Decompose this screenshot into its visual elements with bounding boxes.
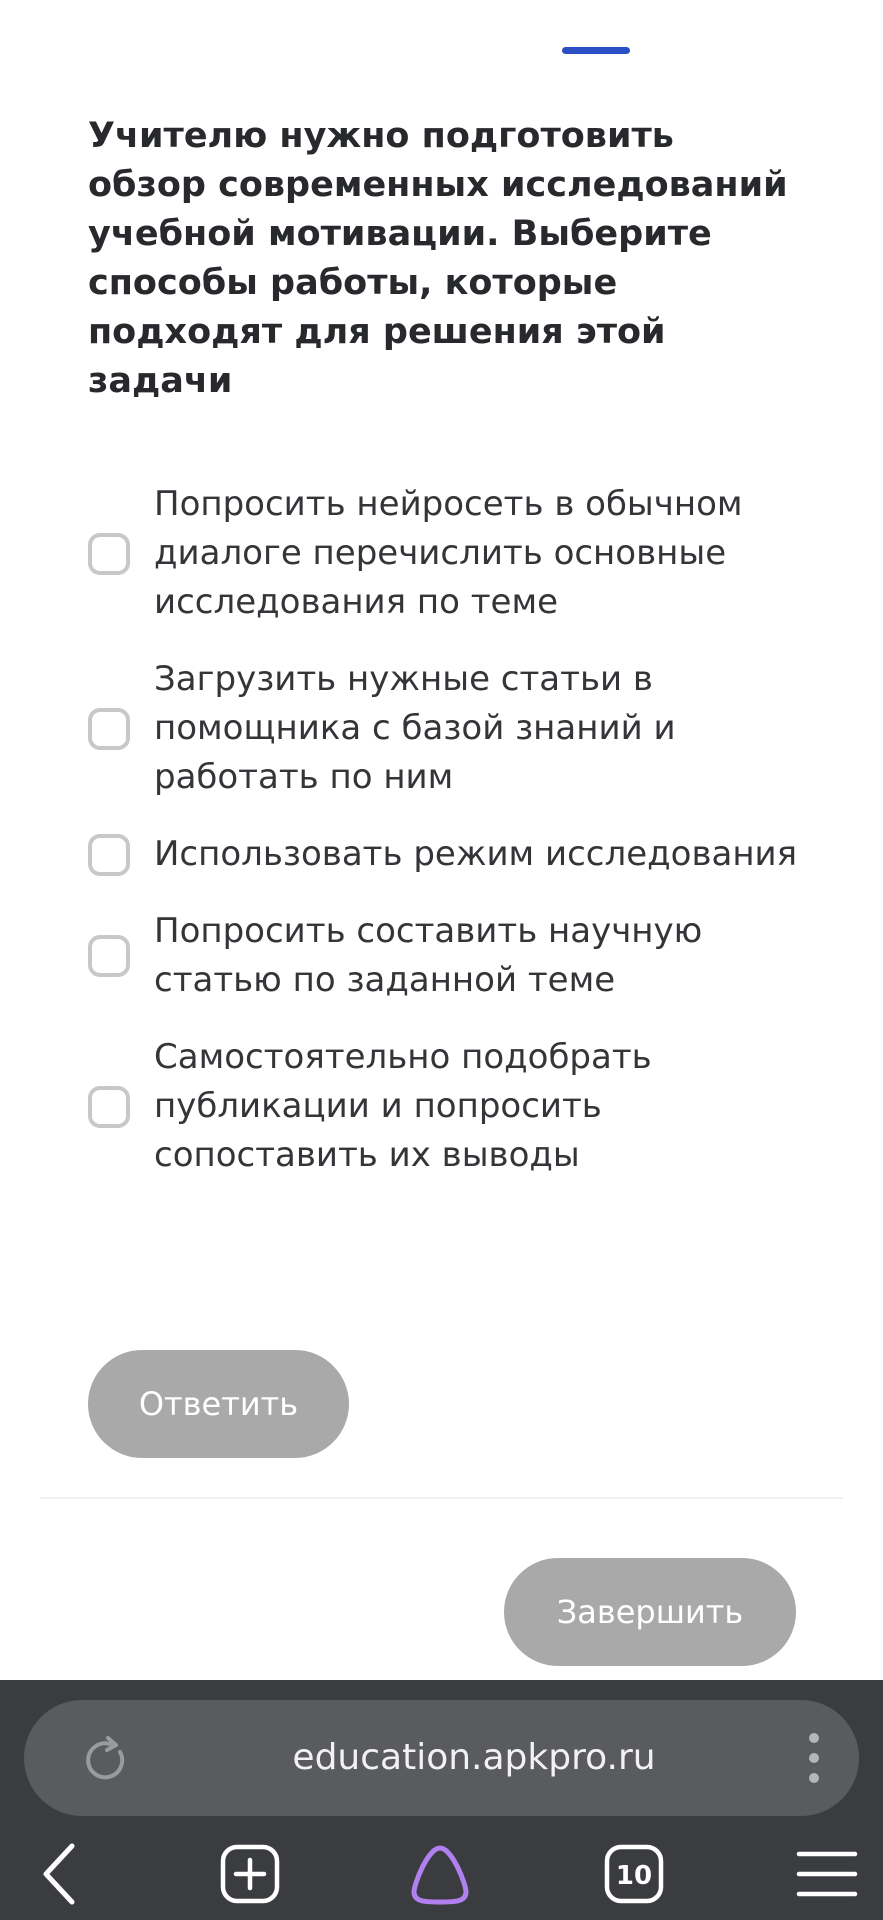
- page: Учителю нужно подготовить обзор современ…: [0, 0, 883, 1920]
- alice-assistant-icon[interactable]: [408, 1842, 472, 1906]
- option-label: Попросить нейросеть в обычном диалоге пе…: [154, 484, 743, 622]
- checkbox[interactable]: [88, 935, 130, 977]
- option-label: Использовать режим исследования: [154, 834, 798, 874]
- options-list: Попросить нейросеть в обычном диалоге пе…: [88, 480, 808, 1208]
- url-text[interactable]: education.apkpro.ru: [174, 1700, 774, 1816]
- option-2[interactable]: Загрузить нужные статьи в помощника с ба…: [88, 655, 808, 802]
- option-1[interactable]: Попросить нейросеть в обычном диалоге пе…: [88, 480, 808, 627]
- option-5[interactable]: Самостоятельно подобрать публикации и по…: [88, 1033, 808, 1180]
- divider: [40, 1497, 843, 1499]
- option-3[interactable]: Использовать режим исследования: [88, 830, 808, 879]
- more-vertical-icon[interactable]: [794, 1730, 834, 1786]
- option-label: Самостоятельно подобрать публикации и по…: [154, 1037, 652, 1175]
- back-arrow-icon[interactable]: [28, 1842, 92, 1906]
- reload-icon[interactable]: [80, 1734, 132, 1786]
- checkbox[interactable]: [88, 532, 130, 575]
- option-label: Загрузить нужные статьи в помощника с ба…: [154, 659, 676, 797]
- progress-indicator: [562, 47, 630, 54]
- checkbox[interactable]: [88, 707, 130, 750]
- tab-count: 10: [616, 1861, 652, 1891]
- checkbox[interactable]: [88, 1085, 130, 1128]
- option-4[interactable]: Попросить составить научную статью по за…: [88, 907, 808, 1005]
- finish-button[interactable]: Завершить: [504, 1558, 796, 1666]
- question-text: Учителю нужно подготовить обзор современ…: [88, 116, 788, 401]
- checkbox[interactable]: [88, 833, 130, 876]
- answer-button[interactable]: Ответить: [88, 1350, 349, 1458]
- browser-nav-row: 10: [0, 1820, 883, 1920]
- hamburger-menu-icon[interactable]: [795, 1842, 859, 1906]
- browser-toolbar: education.apkpro.ru 10: [0, 1680, 883, 1920]
- new-tab-icon[interactable]: [218, 1842, 282, 1906]
- tabs-counter-icon[interactable]: 10: [602, 1842, 666, 1906]
- option-label: Попросить составить научную статью по за…: [154, 911, 703, 1000]
- address-bar[interactable]: education.apkpro.ru: [24, 1700, 859, 1816]
